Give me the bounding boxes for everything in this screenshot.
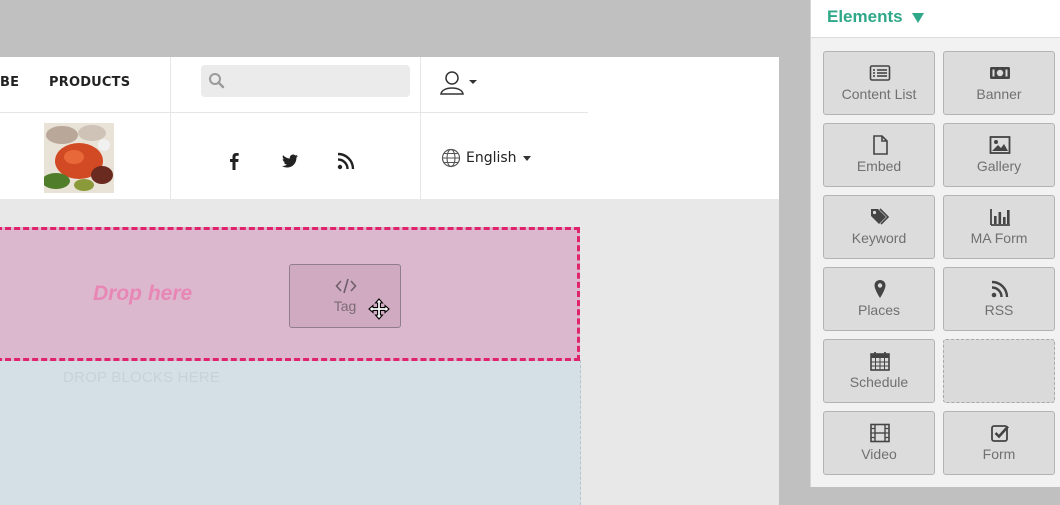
image-icon bbox=[989, 136, 1011, 154]
map-marker-icon bbox=[874, 280, 886, 298]
tile-label: Embed bbox=[856, 158, 902, 174]
file-icon bbox=[873, 135, 888, 155]
calendar-icon bbox=[870, 352, 890, 371]
element-tile-placeholder bbox=[943, 339, 1055, 403]
food-thumbnail bbox=[44, 123, 114, 193]
facebook-icon[interactable] bbox=[223, 150, 245, 172]
chevron-down-icon bbox=[522, 155, 531, 161]
tile-label: MA Form bbox=[970, 230, 1028, 246]
checkbox-icon bbox=[991, 425, 1009, 442]
caret-down-icon[interactable] bbox=[912, 13, 924, 23]
elements-panel-title: Elements bbox=[827, 7, 903, 26]
code-icon bbox=[335, 278, 357, 294]
element-tile-ma-form[interactable]: MA Form bbox=[943, 195, 1055, 259]
nav-link-subscribe[interactable]: BE bbox=[0, 75, 19, 90]
tile-label: Content List bbox=[841, 86, 917, 102]
drop-here-label: Drop here bbox=[93, 282, 193, 305]
globe-icon bbox=[441, 148, 461, 168]
user-menu-button[interactable] bbox=[440, 70, 480, 96]
nav-link-products[interactable]: PRODUCTS bbox=[49, 75, 130, 90]
element-tile-gallery[interactable]: Gallery bbox=[943, 123, 1055, 187]
language-selector[interactable]: English bbox=[441, 148, 531, 168]
element-tile-content-list[interactable]: Content List bbox=[823, 51, 935, 115]
twitter-icon[interactable] bbox=[279, 150, 301, 172]
header-divider bbox=[170, 57, 171, 199]
element-tile-schedule[interactable]: Schedule bbox=[823, 339, 935, 403]
element-tile-embed[interactable]: Embed bbox=[823, 123, 935, 187]
rss-icon[interactable] bbox=[335, 150, 357, 172]
element-tile-banner[interactable]: Banner bbox=[943, 51, 1055, 115]
rss-icon bbox=[991, 280, 1009, 298]
header-divider bbox=[420, 57, 421, 199]
tags-icon bbox=[871, 208, 890, 225]
drop-blocks-hint: DROP BLOCKS HERE bbox=[63, 369, 221, 386]
page-canvas: BE PRODUCTS English DROP BLOCKS HERE Dro… bbox=[0, 0, 810, 505]
language-label: English bbox=[466, 150, 517, 166]
element-tile-video[interactable]: Video bbox=[823, 411, 935, 475]
tile-label: Schedule bbox=[849, 374, 909, 390]
element-tile-rss[interactable]: RSS bbox=[943, 267, 1055, 331]
film-icon bbox=[870, 423, 890, 443]
tile-label: Video bbox=[861, 446, 897, 462]
element-tile-places[interactable]: Places bbox=[823, 267, 935, 331]
header-divider bbox=[0, 112, 588, 113]
tile-label: RSS bbox=[984, 302, 1014, 318]
element-tile-keyword[interactable]: Keyword bbox=[823, 195, 935, 259]
search-box[interactable] bbox=[201, 65, 410, 97]
element-tile-form[interactable]: Form bbox=[943, 411, 1055, 475]
search-icon bbox=[209, 73, 225, 89]
banner-icon bbox=[990, 67, 1010, 79]
search-input[interactable] bbox=[227, 65, 405, 97]
elements-panel-header[interactable]: Elements bbox=[811, 0, 1060, 38]
tile-label: Places bbox=[857, 302, 901, 318]
bar-chart-icon bbox=[990, 209, 1010, 226]
user-icon bbox=[440, 71, 477, 95]
move-cursor-icon bbox=[368, 298, 390, 320]
list-icon bbox=[869, 65, 891, 81]
elements-panel: Elements Content List Banner Embed Galle… bbox=[810, 0, 1060, 487]
tile-label: Banner bbox=[976, 86, 1022, 102]
tile-label: Gallery bbox=[976, 158, 1022, 174]
tile-label: Form bbox=[982, 446, 1016, 462]
tile-label: Keyword bbox=[851, 230, 907, 246]
